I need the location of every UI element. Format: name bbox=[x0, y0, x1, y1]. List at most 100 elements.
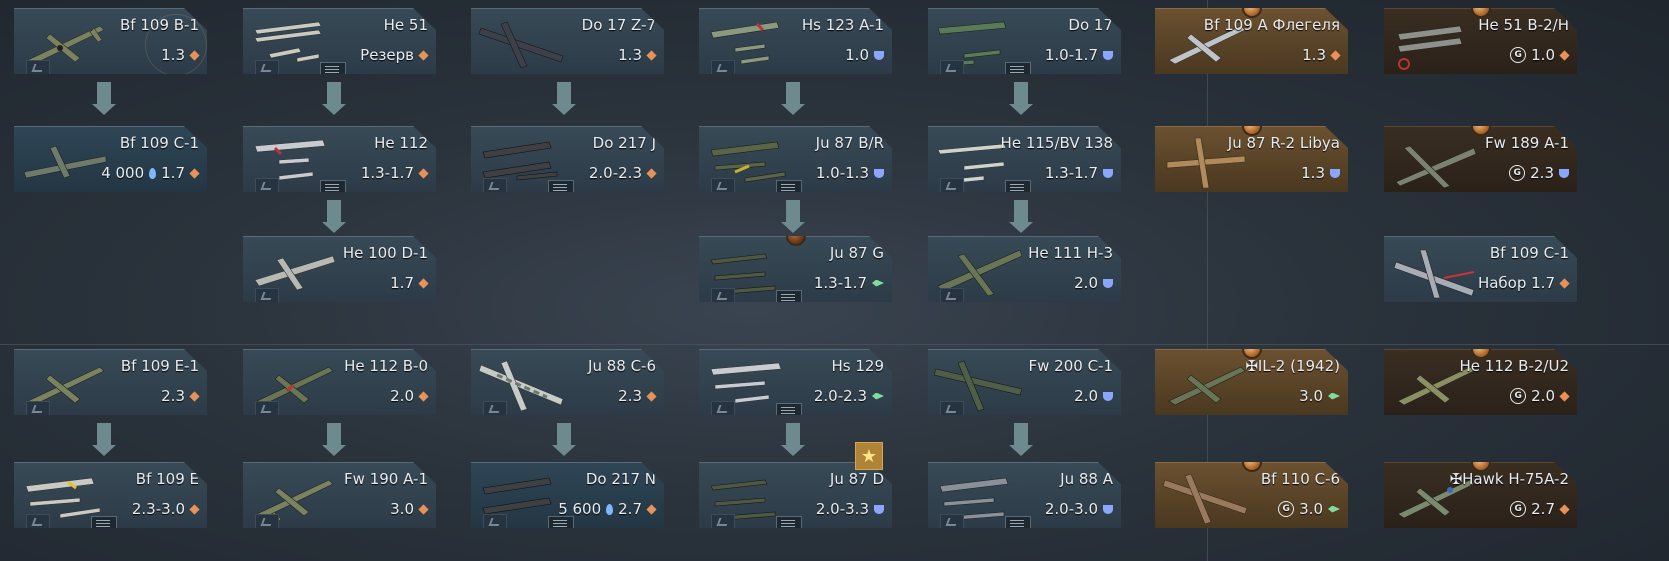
br-value: 2.0 bbox=[1074, 274, 1098, 292]
crew-slot-icon[interactable] bbox=[940, 178, 964, 192]
vehicle-card-hawk75a2[interactable]: ✠Hawk H-75A-2 G 2.7 bbox=[1384, 462, 1577, 528]
vehicle-card-bf109b1[interactable]: Bf 109 B-1 1.3 bbox=[14, 8, 207, 74]
group-expand-icon[interactable] bbox=[776, 180, 802, 192]
vehicle-card-he112b2u2[interactable]: He 112 B-2/U2 G 2.0 bbox=[1384, 349, 1577, 415]
vehicle-name: He 112 B-2/U2 bbox=[1459, 357, 1570, 375]
vehicle-name: He 51 B-2/H bbox=[1478, 16, 1569, 34]
crew-slot-icon[interactable] bbox=[255, 514, 279, 528]
group-expand-icon[interactable] bbox=[91, 516, 117, 528]
vehicle-card-bf109e[interactable]: Bf 109 E 2.3-3.0 bbox=[14, 462, 207, 528]
crew-slot-icon[interactable] bbox=[483, 514, 507, 528]
br-value: 1.3-1.7 bbox=[1044, 164, 1098, 182]
bomber-icon bbox=[1103, 278, 1113, 288]
battle-rating: 2.3 bbox=[161, 387, 200, 405]
crew-slot-icon[interactable] bbox=[940, 60, 964, 74]
crew-slot-icon[interactable] bbox=[940, 288, 964, 302]
group-expand-icon[interactable] bbox=[776, 403, 802, 415]
vehicle-card-il2-1942[interactable]: ✠IL-2 (1942) 3.0 bbox=[1155, 349, 1348, 415]
plane-image bbox=[23, 145, 107, 179]
vehicle-card-hs123a1[interactable]: Hs 123 A-1 1.0 bbox=[699, 8, 892, 74]
vehicle-card-bf109c1[interactable]: Bf 109 C-1 4 000 1.7 bbox=[14, 126, 207, 192]
vehicle-name: He 100 D-1 bbox=[342, 244, 428, 262]
vehicle-card-fw190a1[interactable]: Fw 190 A-1 3.0 bbox=[243, 462, 436, 528]
battle-rating: G 2.3 bbox=[1509, 164, 1569, 182]
vehicle-card-bf109e1[interactable]: Bf 109 E-1 2.3 bbox=[14, 349, 207, 415]
crew-slot-icon[interactable] bbox=[711, 60, 735, 74]
plane-image bbox=[1393, 249, 1475, 299]
br-value: Набор 1.7 bbox=[1477, 274, 1555, 292]
fighter-icon bbox=[1559, 277, 1570, 289]
crew-slot-icon[interactable] bbox=[255, 178, 279, 192]
vehicle-card-do217n[interactable]: Do 217 N 5 600 2.7 bbox=[471, 462, 664, 528]
vehicle-name: Bf 109 A Флегеля bbox=[1203, 16, 1340, 34]
vehicle-name: Ju 87 B/R bbox=[815, 134, 884, 152]
tree-arrow bbox=[1009, 423, 1033, 456]
fighter-icon bbox=[418, 390, 429, 402]
crew-slot-icon[interactable] bbox=[255, 401, 279, 415]
vehicle-card-bf110c6[interactable]: Bf 110 C-6 G 3.0 bbox=[1155, 462, 1348, 528]
crew-slot-icon[interactable] bbox=[711, 178, 735, 192]
vehicle-card-ju87g[interactable]: Ju 87 G 1.3-1.7 bbox=[699, 236, 892, 302]
crew-slot-icon[interactable] bbox=[26, 514, 50, 528]
group-expand-icon[interactable] bbox=[548, 180, 574, 192]
group-expand-icon[interactable] bbox=[320, 180, 346, 192]
vehicle-card-he111h3[interactable]: He 111 H-3 2.0 bbox=[928, 236, 1121, 302]
crew-slot-icon[interactable] bbox=[483, 401, 507, 415]
crew-slot-icon[interactable] bbox=[26, 401, 50, 415]
group-expand-icon[interactable] bbox=[320, 62, 346, 74]
vehicle-card-do217j[interactable]: Do 217 J 2.0-2.3 bbox=[471, 126, 664, 192]
vehicle-card-he112b0[interactable]: He 112 B-0 2.0 bbox=[243, 349, 436, 415]
crew-slot-icon[interactable] bbox=[711, 401, 735, 415]
crew-slot-icon[interactable] bbox=[940, 401, 964, 415]
br-value: 1.7 bbox=[161, 164, 185, 182]
vehicle-card-fw189a1[interactable]: Fw 189 A-1 G 2.3 bbox=[1384, 126, 1577, 192]
vehicle-card-he51[interactable]: He 51 Резерв bbox=[243, 8, 436, 74]
vehicle-card-ju88a[interactable]: Ju 88 A 2.0-3.0 bbox=[928, 462, 1121, 528]
crew-slot-icon[interactable] bbox=[711, 514, 735, 528]
research-points-icon bbox=[606, 503, 614, 515]
vehicle-name: Bf 109 B-1 bbox=[120, 16, 199, 34]
vehicle-name: He 51 bbox=[383, 16, 428, 34]
plane-image bbox=[1395, 145, 1477, 189]
br-value: 2.0-2.3 bbox=[813, 387, 867, 405]
vehicle-card-he100d1[interactable]: He 100 D-1 1.7 bbox=[243, 236, 436, 302]
vehicle-card-ju87r2-libya[interactable]: Ju 87 R-2 Libya 1.3 bbox=[1155, 126, 1348, 192]
crew-slot-icon[interactable] bbox=[483, 178, 507, 192]
vehicle-card-fw200c1[interactable]: Fw 200 C-1 2.0 bbox=[928, 349, 1121, 415]
group-expand-icon[interactable] bbox=[1005, 516, 1031, 528]
crew-slot-icon[interactable] bbox=[255, 288, 279, 302]
vehicle-card-he115bv138[interactable]: He 115/BV 138 1.3-1.7 bbox=[928, 126, 1121, 192]
vehicle-card-bf109a-flegel[interactable]: Bf 109 A Флегеля 1.3 bbox=[1155, 8, 1348, 74]
vehicle-card-do17z7[interactable]: Do 17 Z-7 1.3 bbox=[471, 8, 664, 74]
vehicle-card-bf109c1-set[interactable]: Bf 109 C-1 Набор 1.7 bbox=[1384, 236, 1577, 302]
vehicle-name: He 115/BV 138 bbox=[1000, 134, 1113, 152]
br-value: 2.7 bbox=[618, 500, 642, 518]
crew-slot-icon[interactable] bbox=[26, 60, 50, 74]
plane-image bbox=[1162, 473, 1248, 525]
group-expand-icon[interactable] bbox=[776, 290, 802, 302]
vehicle-card-do17[interactable]: Do 17 1.0-1.7 bbox=[928, 8, 1121, 74]
vehicle-card-he51b2h[interactable]: He 51 B-2/H G 1.0 bbox=[1384, 8, 1577, 74]
crew-slot-icon[interactable] bbox=[255, 60, 279, 74]
br-value: 3.0 bbox=[1299, 387, 1323, 405]
vehicle-card-ju88c6[interactable]: Ju 88 C-6 2.3 bbox=[471, 349, 664, 415]
crew-slot-icon[interactable] bbox=[711, 288, 735, 302]
vehicle-name: Fw 200 C-1 bbox=[1028, 357, 1114, 375]
tree-arrow bbox=[1009, 82, 1033, 115]
vehicle-card-he112[interactable]: He 112 1.3-1.7 bbox=[243, 126, 436, 192]
fighter-icon bbox=[1330, 49, 1341, 61]
group-expand-icon[interactable] bbox=[776, 516, 802, 528]
br-value: 2.0 bbox=[1074, 387, 1098, 405]
vehicle-name: ✠IL-2 (1942) bbox=[1245, 357, 1340, 375]
crew-slot-icon[interactable] bbox=[940, 514, 964, 528]
battle-rating: G 3.0 bbox=[1278, 500, 1340, 518]
fighter-icon bbox=[189, 167, 200, 179]
vehicle-name: Bf 110 C-6 bbox=[1260, 470, 1340, 488]
group-expand-icon[interactable] bbox=[1005, 62, 1031, 74]
group-expand-icon[interactable] bbox=[1005, 180, 1031, 192]
vehicle-name: Hs 129 bbox=[831, 357, 885, 375]
vehicle-card-hs129[interactable]: Hs 129 2.0-2.3 bbox=[699, 349, 892, 415]
group-expand-icon[interactable] bbox=[548, 516, 574, 528]
vehicle-card-ju87br[interactable]: Ju 87 B/R 1.0-1.3 bbox=[699, 126, 892, 192]
vehicle-card-ju87d[interactable]: Ju 87 D 2.0-3.3 bbox=[699, 462, 892, 528]
